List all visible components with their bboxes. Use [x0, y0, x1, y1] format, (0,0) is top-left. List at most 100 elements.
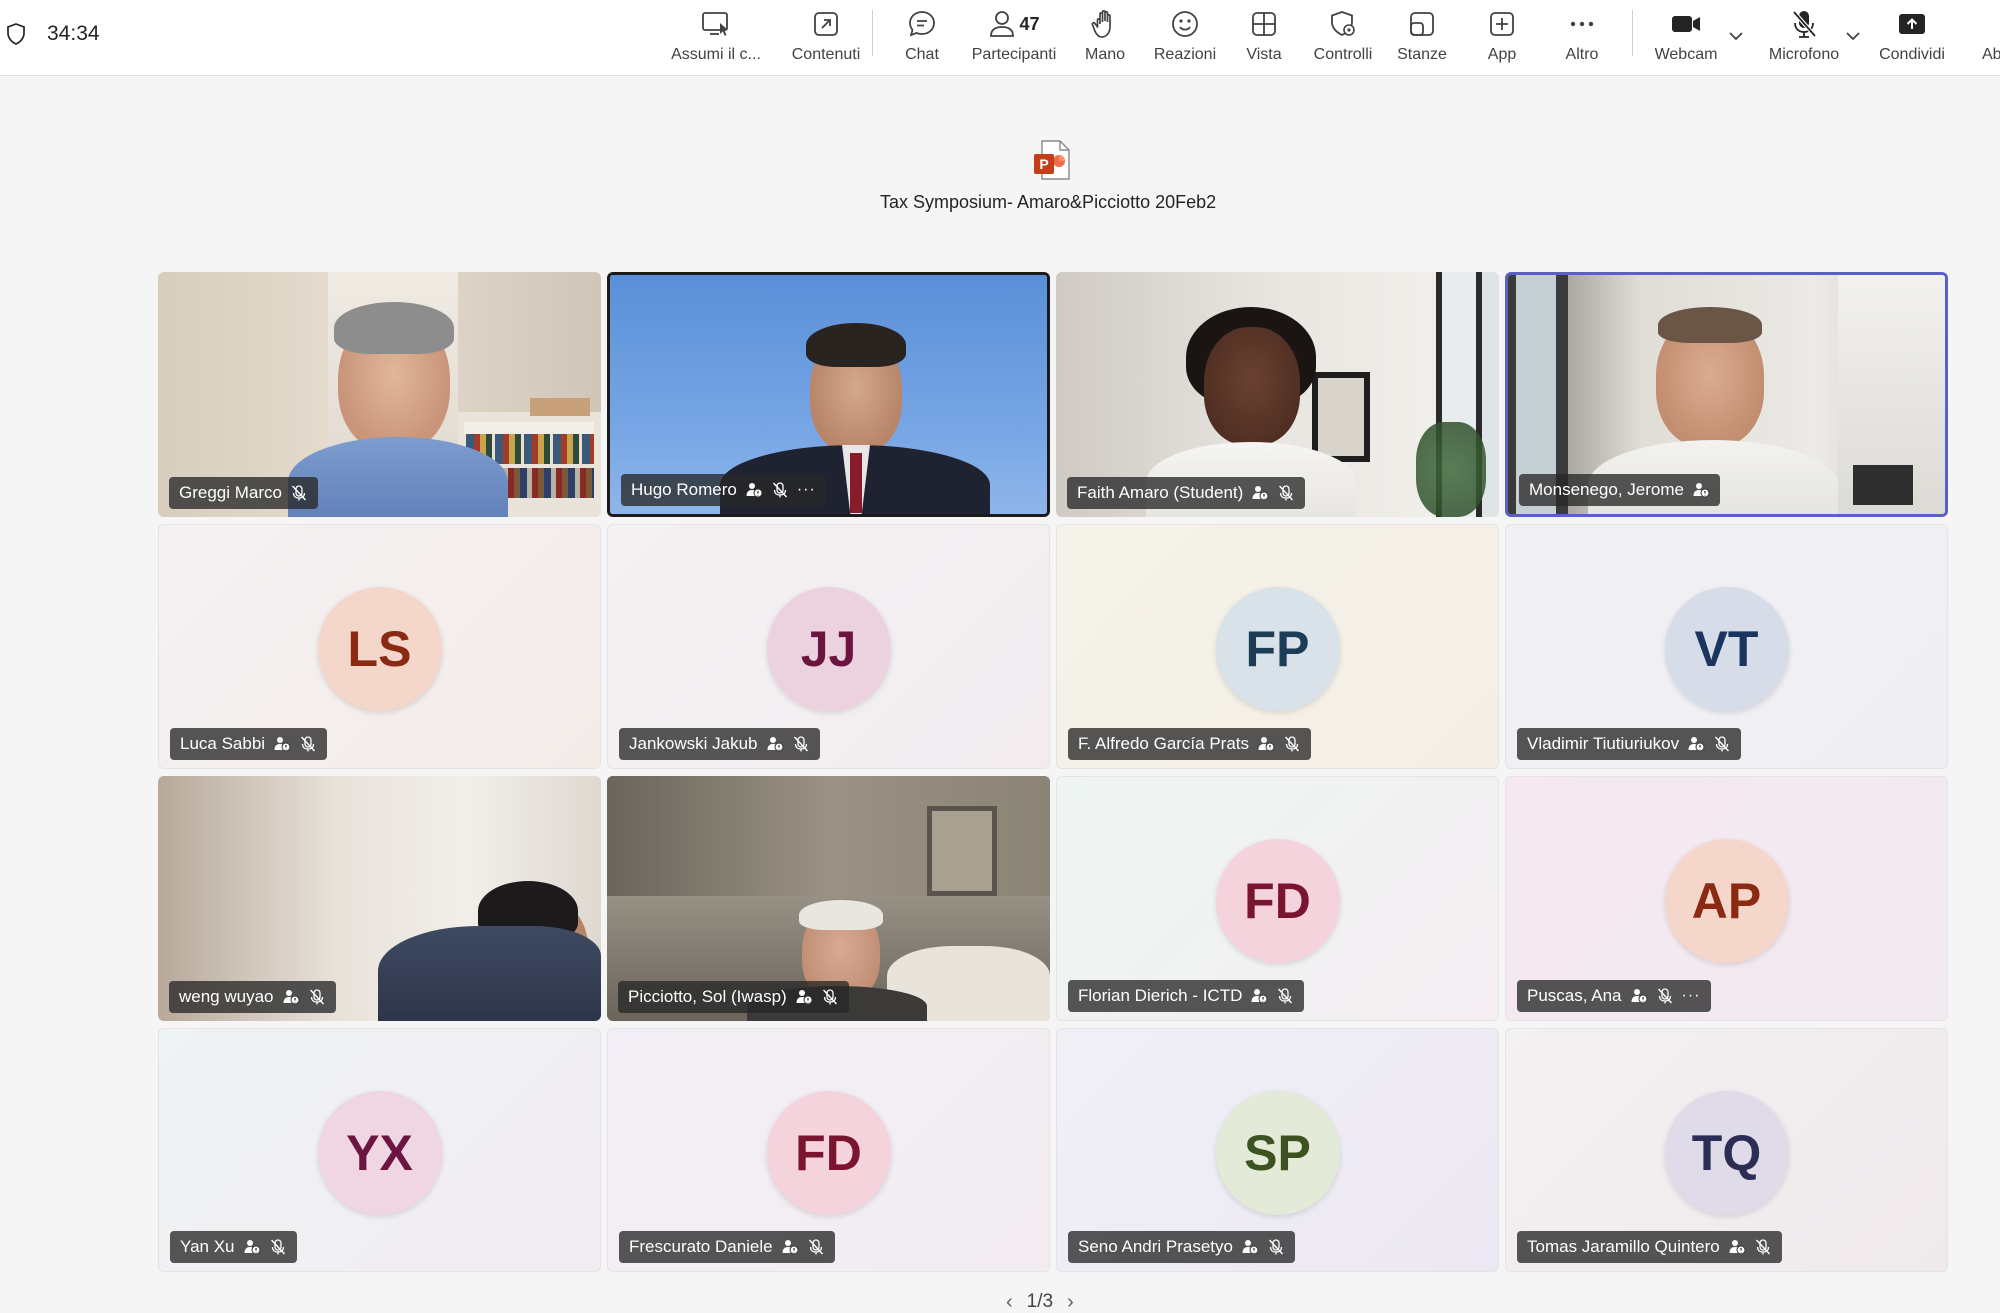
participant-name: Seno Andri Prasetyo — [1078, 1237, 1233, 1256]
participant-grid: Greggi Marco Hugo Romero ··· Faith Amaro… — [158, 272, 1950, 1278]
popout-icon — [814, 12, 838, 36]
participant-tile-vladimir-tiutiuriukov[interactable]: VT Vladimir Tiutiuriukov — [1505, 524, 1948, 769]
avatar: FD — [1215, 839, 1340, 963]
guest-info-icon — [1630, 987, 1648, 1005]
guest-info-icon — [243, 1238, 261, 1256]
participants-button[interactable]: 47 Partecipanti — [962, 6, 1066, 70]
participant-tile-luca-sabbi[interactable]: LS Luca Sabbi — [158, 524, 601, 769]
svg-text:P: P — [1039, 156, 1048, 172]
participant-tile-greggi-marco[interactable]: Greggi Marco — [158, 272, 601, 517]
chat-button[interactable]: Chat — [882, 6, 962, 70]
mic-off-icon — [269, 1238, 287, 1256]
participant-tile-jankowski-jakub[interactable]: JJ Jankowski Jakub — [607, 524, 1050, 769]
participant-nametag: Picciotto, Sol (Iwasp) — [618, 981, 849, 1013]
participant-tile-tomas-jaramillo-quintero[interactable]: TQ Tomas Jaramillo Quintero — [1505, 1028, 1948, 1272]
participant-tile-florian-dierich[interactable]: FD Florian Dierich - ICTD — [1056, 776, 1499, 1021]
participant-name: Florian Dierich - ICTD — [1078, 986, 1243, 1005]
participant-tile-seno-andri-prasetyo[interactable]: SP Seno Andri Prasetyo — [1056, 1028, 1499, 1272]
guest-info-icon — [795, 988, 813, 1006]
share-icon — [1899, 14, 1925, 34]
leave-button[interactable]: Ab — [1982, 6, 2000, 70]
participant-nametag: Jankowski Jakub — [619, 728, 820, 760]
guest-info-icon — [1251, 484, 1269, 502]
smile-icon — [1172, 11, 1198, 37]
guest-info-icon — [273, 735, 291, 753]
mic-off-icon — [1267, 1238, 1285, 1256]
participant-tile-hugo-romero[interactable]: Hugo Romero ··· — [607, 272, 1050, 517]
shared-presentation-title[interactable]: Tax Symposium- Amaro&Picciotto 20Feb2 — [880, 192, 1224, 216]
participant-name: Tomas Jaramillo Quintero — [1527, 1237, 1720, 1256]
mic-off-icon — [807, 1238, 825, 1256]
take-control-button[interactable]: Assumi il c... — [664, 6, 768, 70]
guest-info-icon — [1257, 735, 1275, 753]
mic-off-icon — [1656, 987, 1674, 1005]
participant-name: Vladimir Tiutiuriukov — [1527, 734, 1680, 753]
camera-icon — [1672, 16, 1700, 32]
hand-icon — [1091, 10, 1111, 38]
controls-button[interactable]: Controlli — [1302, 6, 1384, 70]
participant-tile-frescurato-daniele[interactable]: FD Frescurato Daniele — [607, 1028, 1050, 1272]
next-page-chevron-right-icon[interactable]: › — [1067, 1291, 1074, 1313]
mic-off-icon — [771, 481, 789, 499]
view-button[interactable]: Vista — [1226, 6, 1302, 70]
participant-name: F. Alfredo García Prats — [1078, 734, 1250, 753]
mic-off-icon — [792, 735, 810, 753]
content-button[interactable]: Contenuti — [776, 6, 876, 70]
mic-off-icon — [1713, 735, 1731, 753]
plus-square-icon — [1490, 12, 1514, 36]
mic-off-icon — [308, 988, 326, 1006]
mic-off-icon — [1277, 484, 1295, 502]
avatar: TQ — [1664, 1091, 1789, 1215]
participant-name: Faith Amaro (Student) — [1077, 483, 1244, 502]
mic-off-icon — [1754, 1238, 1772, 1256]
toolbar-divider — [872, 10, 873, 56]
participant-name: Hugo Romero — [631, 480, 737, 499]
mic-off-icon — [290, 484, 308, 502]
participant-tile-faith-amaro[interactable]: Faith Amaro (Student) — [1056, 272, 1499, 517]
meeting-toolbar: 34:34 Assumi il c... Contenuti Chat 47 P… — [0, 0, 2000, 76]
apps-button[interactable]: App — [1464, 6, 1540, 70]
guest-info-icon — [781, 1238, 799, 1256]
mic-off-icon — [299, 735, 317, 753]
avatar: YX — [317, 1091, 442, 1215]
powerpoint-file-icon[interactable]: P — [1032, 138, 1076, 182]
participant-nametag: Puscas, Ana ··· — [1517, 980, 1711, 1012]
participant-name: weng wuyao — [179, 987, 274, 1006]
chat-icon — [909, 11, 935, 37]
grid-icon — [1252, 12, 1276, 36]
guest-info-icon — [1692, 481, 1710, 499]
participant-tile-puscas-ana[interactable]: AP Puscas, Ana ··· — [1505, 776, 1948, 1021]
participant-tile-alfredo-garcia-prats[interactable]: FP F. Alfredo García Prats — [1056, 524, 1499, 769]
more-options-icon[interactable]: ··· — [797, 481, 816, 499]
guest-info-icon — [745, 481, 763, 499]
participant-name: Frescurato Daniele — [629, 1237, 773, 1256]
avatar: SP — [1215, 1091, 1340, 1215]
guest-info-icon — [282, 988, 300, 1006]
rooms-icon — [1410, 12, 1434, 36]
previous-page-chevron-left-icon[interactable]: ‹ — [1006, 1291, 1013, 1313]
microphone-options-chevron-down-icon[interactable] — [1843, 26, 1863, 46]
raise-hand-button[interactable]: Mano — [1066, 6, 1144, 70]
participant-name: Luca Sabbi — [180, 734, 266, 753]
person-icon — [990, 11, 1015, 37]
participant-tile-weng-wuyao[interactable]: weng wuyao — [158, 776, 601, 1021]
webcam-options-chevron-down-icon[interactable] — [1726, 26, 1746, 46]
guest-info-icon — [1241, 1238, 1259, 1256]
toolbar-divider — [1632, 10, 1633, 56]
share-button[interactable]: Condividi — [1870, 6, 1954, 70]
more-options-icon[interactable]: ··· — [1682, 987, 1701, 1005]
reactions-button[interactable]: Reazioni — [1144, 6, 1226, 70]
shield-icon — [7, 23, 25, 45]
participant-tile-yan-xu[interactable]: YX Yan Xu — [158, 1028, 601, 1272]
mic-off-icon — [821, 988, 839, 1006]
webcam-button[interactable]: Webcam — [1644, 6, 1728, 70]
mic-off-icon — [1276, 987, 1294, 1005]
rooms-button[interactable]: Stanze — [1384, 6, 1460, 70]
participant-nametag: Tomas Jaramillo Quintero — [1517, 1231, 1782, 1263]
participant-tile-monsenego-jerome[interactable]: Monsenego, Jerome — [1505, 272, 1948, 517]
microphone-button[interactable]: Microfono — [1752, 6, 1856, 70]
avatar: FP — [1215, 587, 1340, 711]
more-button[interactable]: Altro — [1544, 6, 1620, 70]
participant-tile-picciotto-sol[interactable]: Picciotto, Sol (Iwasp) — [607, 776, 1050, 1021]
participant-nametag: Florian Dierich - ICTD — [1068, 980, 1305, 1012]
